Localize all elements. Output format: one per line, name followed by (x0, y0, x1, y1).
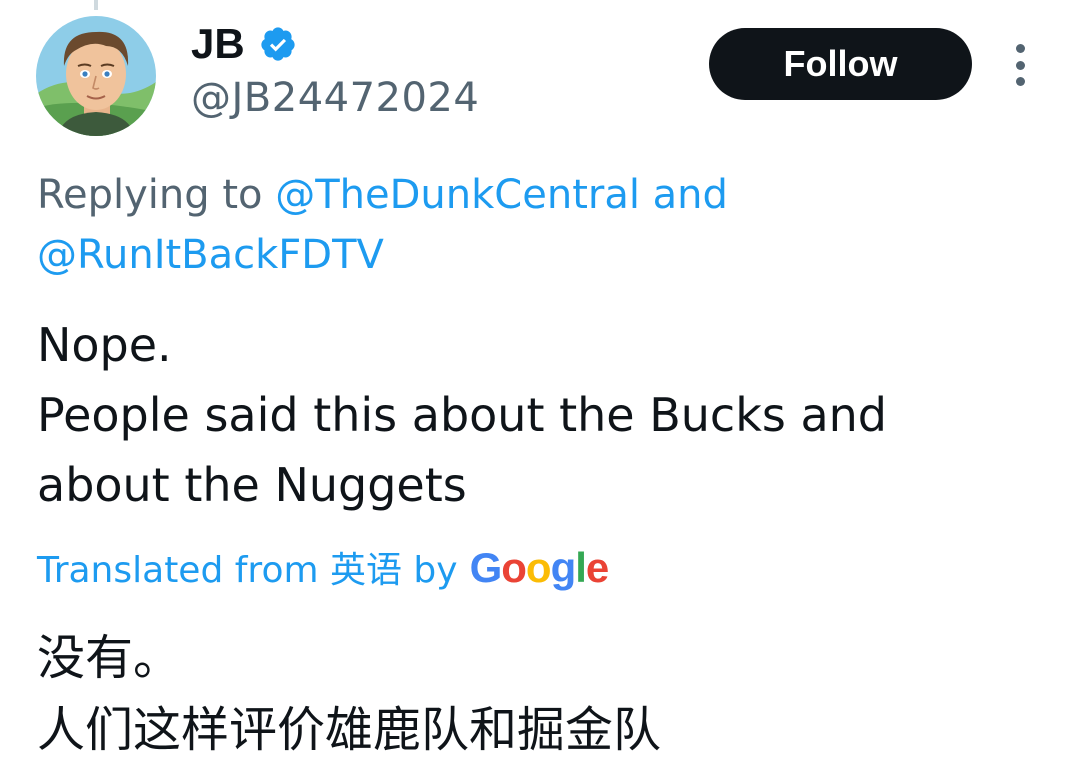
author-name-row: JB (191, 20, 297, 68)
more-vertical-icon (1015, 44, 1025, 53)
tweet-text: Nope. People said this about the Bucks a… (37, 310, 1047, 520)
tweet-text-line: Nope. (37, 318, 172, 372)
follow-button[interactable]: Follow (709, 28, 972, 100)
more-vertical-icon-dot (1015, 60, 1025, 70)
tweet-text-line: People said this about the Bucks and (37, 388, 887, 442)
mention-link-runitbackfdtv[interactable]: @RunItBackFDTV (37, 232, 384, 278)
translated-text-line: 人们这样评价雄鹿队和掘金队 (37, 702, 662, 758)
avatar[interactable] (36, 16, 156, 136)
translation-attribution-link[interactable]: Translated from 英语 by Google (37, 540, 610, 599)
author-handle[interactable]: @JB24472024 (191, 72, 479, 124)
reply-context: Replying to @TheDunkCentral and @RunItBa… (37, 165, 1037, 285)
translated-text-line: 没有。 (37, 630, 182, 686)
google-logo: Google (469, 544, 610, 591)
display-name[interactable]: JB (191, 20, 245, 68)
translated-from-label: Translated from 英语 by (37, 550, 458, 591)
reply-joiner: and (639, 172, 728, 218)
tweet-text-line: about the Nuggets (37, 458, 467, 512)
more-vertical-icon-dot (1015, 77, 1025, 86)
replying-to-label: Replying to (37, 172, 276, 218)
translated-text: 没有。 人们这样评价雄鹿队和掘金队 (37, 622, 1047, 766)
thread-connector-line (94, 0, 98, 10)
verified-badge-icon (259, 25, 297, 63)
cartoon-man-avatar-icon (36, 16, 156, 136)
mention-link-thedunkcentral[interactable]: @TheDunkCentral (275, 172, 640, 218)
more-options-button[interactable] (1002, 40, 1038, 90)
